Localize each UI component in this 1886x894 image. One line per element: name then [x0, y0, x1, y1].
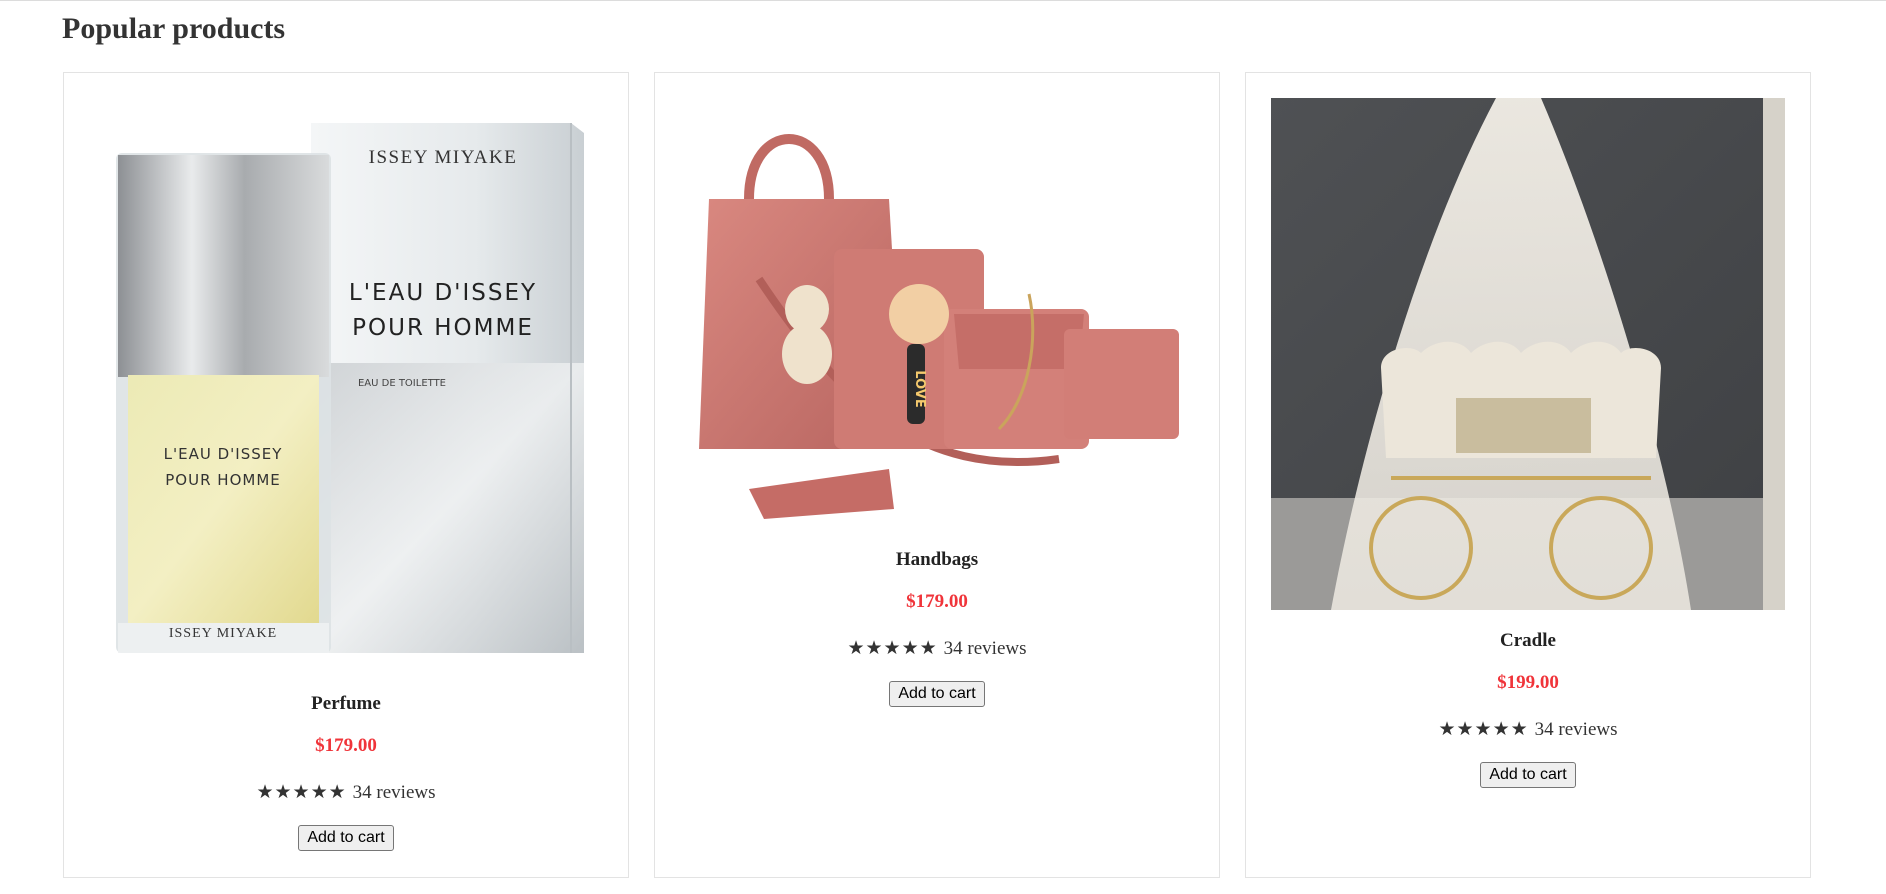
- review-count: 34 reviews: [352, 782, 436, 803]
- bottle-product-line1: L'EAU D'ISSEY: [164, 445, 283, 463]
- bottle-product-line2: POUR HOMME: [165, 471, 280, 489]
- box-product-line1: L'EAU D'ISSEY: [349, 280, 537, 306]
- star-rating-icon: ★★★★★: [256, 782, 347, 803]
- box-product-line2: POUR HOMME: [352, 315, 534, 341]
- star-rating-icon: ★★★★★: [1438, 719, 1529, 740]
- product-image-cradle[interactable]: [1271, 98, 1785, 610]
- star-rating-icon: ★★★★★: [847, 638, 938, 659]
- product-price: $179.00: [906, 591, 968, 612]
- box-brand-text: ISSEY MIYAKE: [369, 147, 518, 168]
- add-to-cart-button[interactable]: Add to cart: [298, 825, 394, 851]
- product-price: $179.00: [315, 735, 377, 756]
- product-card-perfume: ISSEY MIYAKE L'EAU D'ISSEY POUR HOMME EA…: [63, 72, 629, 878]
- perfume-image: ISSEY MIYAKE L'EAU D'ISSEY POUR HOMME EA…: [116, 123, 584, 653]
- product-name[interactable]: Handbags: [896, 549, 978, 571]
- cradle-image: [1271, 98, 1785, 610]
- product-name[interactable]: Perfume: [311, 693, 381, 715]
- review-count: 34 reviews: [943, 638, 1027, 659]
- add-to-cart-button[interactable]: Add to cart: [1480, 762, 1576, 788]
- product-name[interactable]: Cradle: [1500, 630, 1556, 652]
- box-type-text: EAU DE TOILETTE: [358, 378, 446, 389]
- bottle-brand-text: ISSEY MIYAKE: [169, 626, 277, 641]
- product-rating: ★★★★★ 34 reviews: [847, 638, 1026, 660]
- bag-tag-text: LOVE: [912, 370, 927, 407]
- product-image-handbags[interactable]: LOVE: [689, 99, 1185, 529]
- section-title: Popular products: [62, 12, 286, 45]
- add-to-cart-button[interactable]: Add to cart: [889, 681, 985, 707]
- product-card-handbags: LOVE Handbags $179.00 ★★★★★ 34 reviews A…: [654, 72, 1220, 878]
- product-image-perfume[interactable]: ISSEY MIYAKE L'EAU D'ISSEY POUR HOMME EA…: [106, 103, 586, 673]
- review-count: 34 reviews: [1534, 719, 1618, 740]
- product-price: $199.00: [1497, 672, 1559, 693]
- handbags-image: LOVE: [699, 134, 1179, 519]
- product-card-cradle: Cradle $199.00 ★★★★★ 34 reviews Add to c…: [1245, 72, 1811, 878]
- top-divider: [0, 0, 1886, 1]
- product-rating: ★★★★★ 34 reviews: [1438, 719, 1617, 741]
- product-rating: ★★★★★ 34 reviews: [256, 782, 435, 804]
